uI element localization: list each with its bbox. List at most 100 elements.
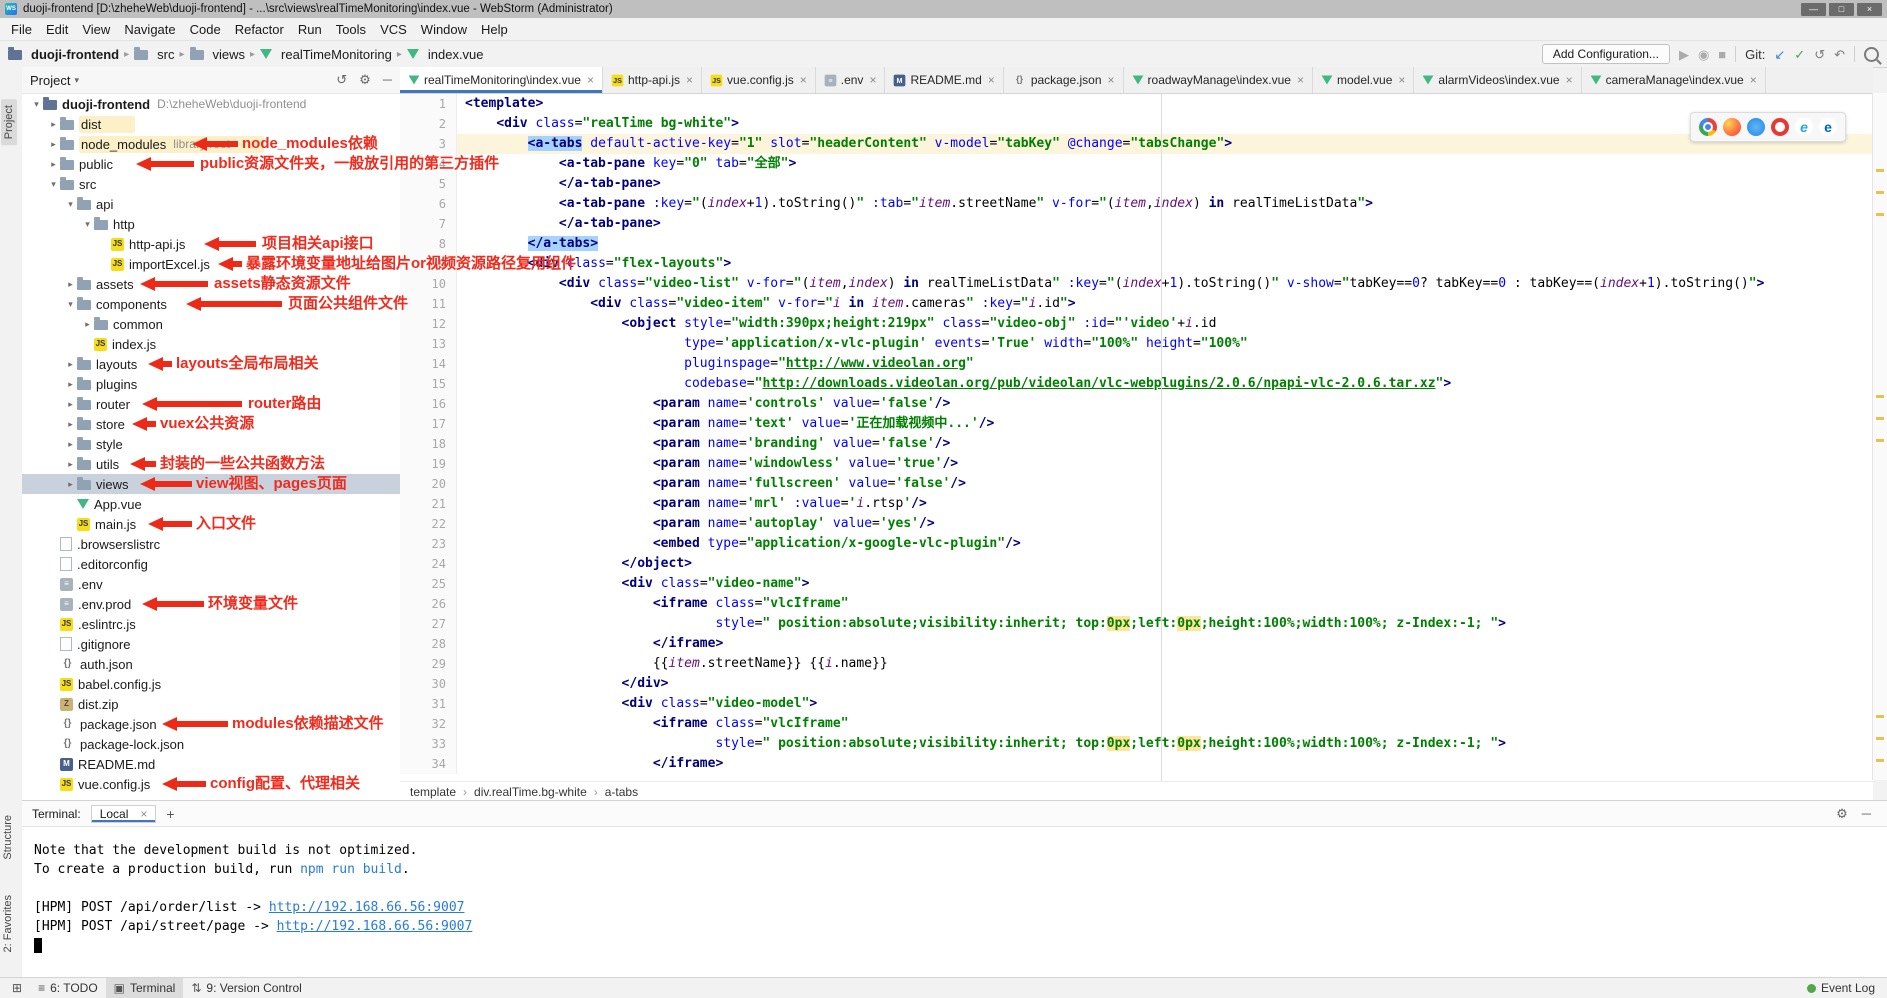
terminal-output[interactable]: Note that the development build is not o…	[22, 827, 1887, 955]
status-event-log[interactable]: Event Log	[1799, 981, 1883, 995]
firefox-browser-icon[interactable]	[1723, 118, 1741, 136]
terminal-tab-local[interactable]: Local ×	[91, 805, 157, 823]
new-terminal-button[interactable]: +	[166, 806, 174, 822]
tree-item-eslintrc-js[interactable]: JS.eslintrc.js	[22, 614, 400, 634]
tree-item-editorconfig[interactable]: .editorconfig	[22, 554, 400, 574]
chevron-right-icon[interactable]: ▸	[64, 419, 77, 430]
minimize-button[interactable]: —	[1801, 3, 1826, 16]
minimize-icon[interactable]: ─	[1862, 806, 1871, 822]
editor-tab-roadwaymanage-index-vue[interactable]: roadwayManage\index.vue×	[1124, 67, 1313, 93]
debug-icon[interactable]: ◉	[1698, 48, 1709, 61]
close-icon[interactable]: ×	[686, 73, 693, 87]
hide-panel-icon[interactable]: ─	[383, 72, 392, 88]
tree-item-readme-md[interactable]: MREADME.md	[22, 754, 400, 774]
tree-item-vue-config-js[interactable]: JSvue.config.js	[22, 774, 400, 794]
tree-item-env[interactable]: ≡.env	[22, 574, 400, 594]
chevron-right-icon[interactable]: ▸	[64, 359, 77, 370]
editor-tab-model-vue[interactable]: model.vue×	[1313, 67, 1414, 93]
tree-item-http-api-js[interactable]: JShttp-api.js	[22, 234, 400, 254]
close-icon[interactable]: ×	[1566, 73, 1573, 87]
tree-item-public[interactable]: ▸public	[22, 154, 400, 174]
chevron-down-icon[interactable]: ▾	[47, 179, 60, 190]
terminal-link[interactable]: http://192.168.66.56:9007	[269, 900, 465, 915]
menu-help[interactable]: Help	[474, 22, 515, 37]
menu-refactor[interactable]: Refactor	[228, 22, 291, 37]
tree-item-router[interactable]: ▸router	[22, 394, 400, 414]
tree-item-importexcel-js[interactable]: JSimportExcel.js	[22, 254, 400, 274]
status-version-control[interactable]: ⇅9: Version Control	[183, 978, 309, 998]
breadcrumb-item-views[interactable]: views	[190, 47, 246, 62]
tree-item-views[interactable]: ▸views	[22, 474, 400, 494]
menu-navigate[interactable]: Navigate	[117, 22, 182, 37]
status-todo[interactable]: ≡6: TODO	[30, 978, 106, 998]
close-icon[interactable]: ×	[1297, 73, 1304, 87]
safari-browser-icon[interactable]	[1747, 118, 1765, 136]
editor-scrollbar-stripe[interactable]	[1872, 93, 1887, 780]
menu-tools[interactable]: Tools	[329, 22, 373, 37]
close-icon[interactable]: ×	[988, 73, 995, 87]
editor-tab-vue-config-js[interactable]: JSvue.config.js×	[702, 67, 816, 93]
close-button[interactable]: ×	[1857, 3, 1882, 16]
editor-tab-http-api-js[interactable]: JShttp-api.js×	[603, 67, 702, 93]
menu-file[interactable]: File	[4, 22, 39, 37]
stop-icon[interactable]: ■	[1718, 48, 1726, 61]
editor-breadcrumb-div-realtime-bg-white[interactable]: div.realTime.bg-white	[474, 785, 587, 799]
editor-tab-alarmvideos-index-vue[interactable]: alarmVideos\index.vue×	[1414, 67, 1581, 93]
tree-item-package-lock-json[interactable]: {}package-lock.json	[22, 734, 400, 754]
menu-vcs[interactable]: VCS	[373, 22, 414, 37]
breadcrumb-item-src[interactable]: src	[134, 47, 174, 62]
breadcrumb-item-realtimemonitoring[interactable]: realTimeMonitoring	[260, 47, 392, 62]
tree-item-http[interactable]: ▾http	[22, 214, 400, 234]
chevron-right-icon[interactable]: ▸	[47, 119, 60, 130]
sync-icon[interactable]: ↺	[336, 72, 347, 88]
tree-item-assets[interactable]: ▸assets	[22, 274, 400, 294]
chevron-right-icon[interactable]: ▸	[47, 159, 60, 170]
editor-breadcrumb-template[interactable]: template	[410, 785, 456, 799]
status-toolwindow-switcher[interactable]: ⊞	[4, 978, 30, 998]
tree-item-app-vue[interactable]: App.vue	[22, 494, 400, 514]
tool-stripe-project[interactable]: Project	[1, 99, 17, 145]
add-configuration-button[interactable]: Add Configuration...	[1542, 44, 1670, 64]
search-everywhere-icon[interactable]	[1864, 47, 1879, 62]
menu-view[interactable]: View	[75, 22, 117, 37]
tree-item-duoji-frontend[interactable]: ▾duoji-frontendD:\zheheWeb\duoji-fronten…	[22, 94, 400, 114]
close-icon[interactable]: ×	[800, 73, 807, 87]
tree-item-package-json[interactable]: {}package.json	[22, 714, 400, 734]
editor-tab-package-json[interactable]: {}package.json×	[1004, 67, 1124, 93]
chevron-down-icon[interactable]: ▾	[81, 219, 94, 230]
tree-item-src[interactable]: ▾src	[22, 174, 400, 194]
tree-item-store[interactable]: ▸store	[22, 414, 400, 434]
project-panel-title[interactable]: Project	[30, 73, 70, 88]
chevron-right-icon[interactable]: ▸	[64, 279, 77, 290]
title-bar[interactable]: WS duoji-frontend [D:\zheheWeb\duoji-fro…	[0, 0, 1887, 18]
tree-item-gitignore[interactable]: .gitignore	[22, 634, 400, 654]
settings-icon[interactable]: ⚙	[359, 72, 371, 88]
chevron-right-icon[interactable]: ▸	[64, 379, 77, 390]
tree-item-main-js[interactable]: JSmain.js	[22, 514, 400, 534]
close-icon[interactable]: ×	[869, 73, 876, 87]
editor-tab-env[interactable]: ≡.env×	[816, 67, 886, 93]
chevron-right-icon[interactable]: ▸	[64, 459, 77, 470]
rollback-icon[interactable]: ↶	[1834, 48, 1845, 61]
close-icon[interactable]: ×	[1108, 73, 1115, 87]
tree-item-index-js[interactable]: JSindex.js	[22, 334, 400, 354]
menu-edit[interactable]: Edit	[39, 22, 75, 37]
chevron-right-icon[interactable]: ▸	[81, 319, 94, 330]
tree-item-plugins[interactable]: ▸plugins	[22, 374, 400, 394]
run-icon[interactable]: ▶	[1679, 48, 1689, 61]
menu-code[interactable]: Code	[183, 22, 228, 37]
tree-item-components[interactable]: ▾components	[22, 294, 400, 314]
close-icon[interactable]: ×	[1750, 73, 1757, 87]
chevron-right-icon[interactable]: ▸	[64, 479, 77, 490]
chevron-down-icon[interactable]: ▾	[74, 75, 79, 86]
tree-item-babel-config-js[interactable]: JSbabel.config.js	[22, 674, 400, 694]
status-terminal[interactable]: ▣Terminal	[106, 978, 184, 998]
settings-icon[interactable]: ⚙	[1836, 806, 1848, 822]
close-icon[interactable]: ×	[1398, 73, 1405, 87]
history-icon[interactable]: ↺	[1814, 48, 1825, 61]
chevron-right-icon[interactable]: ▸	[64, 399, 77, 410]
menu-run[interactable]: Run	[291, 22, 329, 37]
editor-tab-cameramanage-index-vue[interactable]: cameraManage\index.vue×	[1582, 67, 1766, 93]
chrome-browser-icon[interactable]	[1699, 118, 1717, 136]
tree-item-style[interactable]: ▸style	[22, 434, 400, 454]
